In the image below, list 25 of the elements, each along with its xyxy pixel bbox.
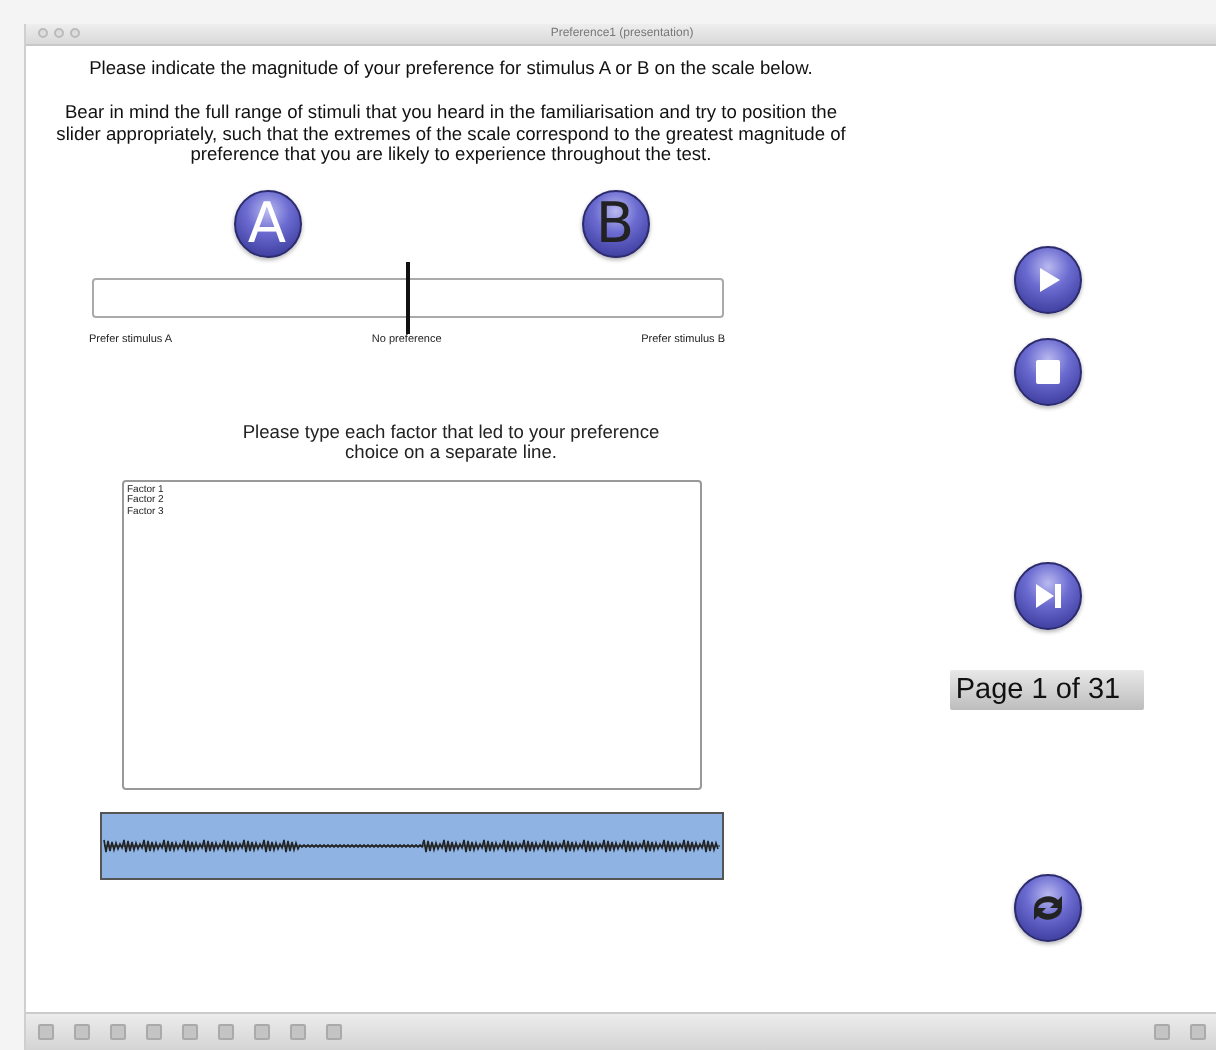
skip-forward-icon — [1033, 582, 1061, 610]
next-button[interactable] — [1013, 562, 1081, 630]
toolbar-icon[interactable] — [74, 1024, 90, 1040]
factor-prompt: Please type each factor that led to your preference choice on a separate line. — [240, 421, 662, 461]
play-button[interactable] — [1013, 246, 1081, 314]
toolbar-icon[interactable] — [218, 1024, 234, 1040]
toolbar-icon[interactable] — [254, 1024, 270, 1040]
page-indicator: Page 1 of 31 — [949, 670, 1145, 710]
stimulus-button[interactable]: A — [233, 189, 301, 257]
toolbar-icon[interactable] — [146, 1024, 162, 1040]
toolbar-icon[interactable] — [1154, 1024, 1170, 1040]
stop-button[interactable] — [1013, 338, 1081, 406]
stimulus-button[interactable]: B — [581, 189, 649, 257]
preference-slider[interactable] — [91, 261, 723, 333]
instruction-text: Please indicate the magnitude of your preference for stimulus A or B on the scale below. — [87, 58, 815, 78]
guidance-text: Bear in mind the full range of stimuli that you heard in the familiarisation and try to position the slider appropriately, such that the extremes of the scale correspond to the greatest magnitude of preference that you are likely to experience throughout the test. — [54, 102, 848, 165]
toolbar-icon[interactable] — [290, 1024, 306, 1040]
toolbar-icon[interactable] — [38, 1024, 54, 1040]
repeat-button[interactable] — [1013, 874, 1081, 942]
toolbar-icon[interactable] — [326, 1024, 342, 1040]
refresh-icon — [1029, 892, 1065, 924]
toolbar-icon[interactable] — [110, 1024, 126, 1040]
stop-icon — [1035, 360, 1059, 384]
toolbar-icon[interactable] — [182, 1024, 198, 1040]
toolbar-icon[interactable] — [1190, 1024, 1206, 1040]
